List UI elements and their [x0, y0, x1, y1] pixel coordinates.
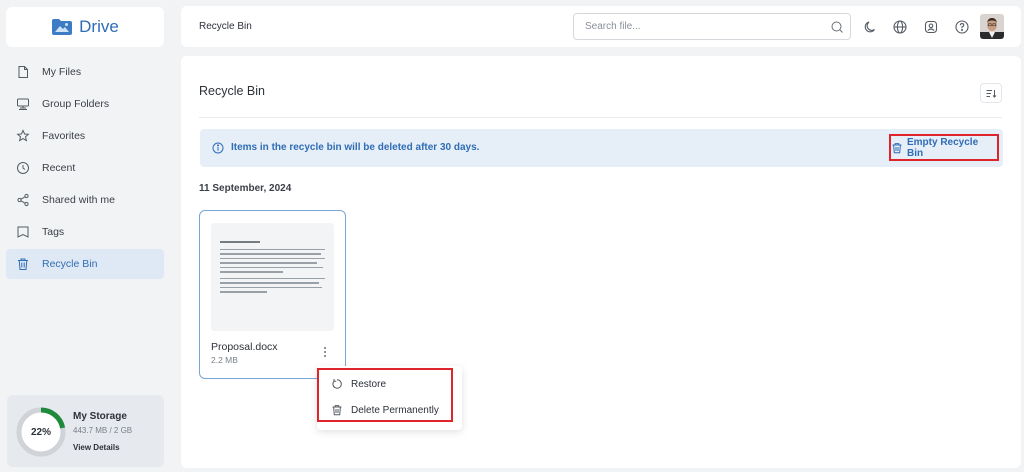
trash-icon — [892, 142, 902, 153]
globe-icon[interactable] — [892, 19, 908, 35]
sidebar-item-label: Group Folders — [42, 98, 110, 110]
header-title: Recycle Bin — [199, 21, 252, 32]
info-icon — [212, 142, 224, 154]
star-icon — [16, 129, 30, 142]
tag-icon — [17, 226, 29, 238]
trash-icon — [332, 405, 342, 416]
sidebar: Drive My Files Group Folders Favorites R… — [0, 0, 170, 472]
sidebar-item-shared-with-me[interactable]: Shared with me — [6, 185, 164, 215]
app-logo[interactable]: Drive — [6, 7, 164, 47]
file-card[interactable]: Proposal.docx 2.2 MB — [199, 210, 346, 379]
restore-label: Restore — [351, 378, 387, 390]
moon-icon[interactable] — [863, 19, 879, 35]
restore-icon — [332, 379, 342, 389]
sidebar-item-tags[interactable]: Tags — [6, 217, 164, 247]
more-options-icon[interactable] — [321, 345, 329, 359]
trash-icon — [18, 258, 28, 270]
delete-permanently-menu-item[interactable]: Delete Permanently — [331, 402, 439, 418]
sidebar-nav: My Files Group Folders Favorites Recent … — [6, 57, 164, 281]
sort-icon — [986, 89, 996, 98]
app-name: Drive — [79, 17, 119, 36]
empty-recycle-bin-label: Empty Recycle Bin — [907, 136, 979, 159]
page-title: Recycle Bin — [199, 84, 265, 98]
storage-widget: 22% My Storage 443.7 MB / 2 GB View Deta… — [7, 395, 164, 467]
search-icon[interactable] — [830, 20, 844, 34]
divider — [199, 117, 1002, 118]
file-thumbnail — [211, 223, 334, 331]
restore-menu-item[interactable]: Restore — [331, 376, 386, 392]
retention-notice: Items in the recycle bin will be deleted… — [200, 129, 1003, 167]
clock-icon — [17, 162, 29, 174]
sidebar-item-recent[interactable]: Recent — [6, 153, 164, 183]
help-icon[interactable] — [954, 19, 970, 35]
sidebar-item-label: Recycle Bin — [42, 258, 98, 270]
storage-percent: 22% — [30, 426, 51, 438]
top-header: Recycle Bin Search file... — [181, 6, 1021, 47]
sidebar-item-label: Shared with me — [42, 194, 115, 206]
storage-title: My Storage — [73, 411, 127, 422]
user-avatar[interactable] — [980, 14, 1004, 39]
storage-usage: 443.7 MB / 2 GB — [73, 426, 133, 435]
sidebar-item-label: Tags — [42, 226, 65, 238]
date-group-heading: 11 September, 2024 — [199, 183, 292, 194]
search-placeholder: Search file... — [585, 21, 641, 32]
sidebar-item-recycle-bin[interactable]: Recycle Bin — [6, 249, 164, 279]
group-folder-icon — [17, 98, 29, 110]
contact-icon[interactable] — [923, 19, 939, 35]
notice-text: Items in the recycle bin will be deleted… — [231, 142, 480, 153]
sidebar-item-group-folders[interactable]: Group Folders — [6, 89, 164, 119]
file-icon — [18, 66, 28, 78]
file-name: Proposal.docx — [211, 341, 278, 353]
drive-logo-icon — [52, 19, 73, 35]
sidebar-item-label: Favorites — [42, 130, 86, 142]
sidebar-item-label: My Files — [42, 66, 82, 78]
sidebar-item-label: Recent — [42, 162, 76, 174]
sidebar-item-my-files[interactable]: My Files — [6, 57, 164, 87]
main-panel: Recycle Bin Items in the recycle bin wil… — [181, 56, 1021, 468]
sort-button[interactable] — [980, 83, 1002, 103]
share-icon — [17, 193, 29, 207]
delete-permanently-label: Delete Permanently — [351, 404, 439, 416]
search-input[interactable]: Search file... — [573, 13, 851, 40]
empty-recycle-bin-button[interactable]: Empty Recycle Bin — [889, 134, 999, 161]
file-size: 2.2 MB — [211, 355, 238, 365]
sidebar-item-favorites[interactable]: Favorites — [6, 121, 164, 151]
view-details-link[interactable]: View Details — [73, 443, 120, 452]
